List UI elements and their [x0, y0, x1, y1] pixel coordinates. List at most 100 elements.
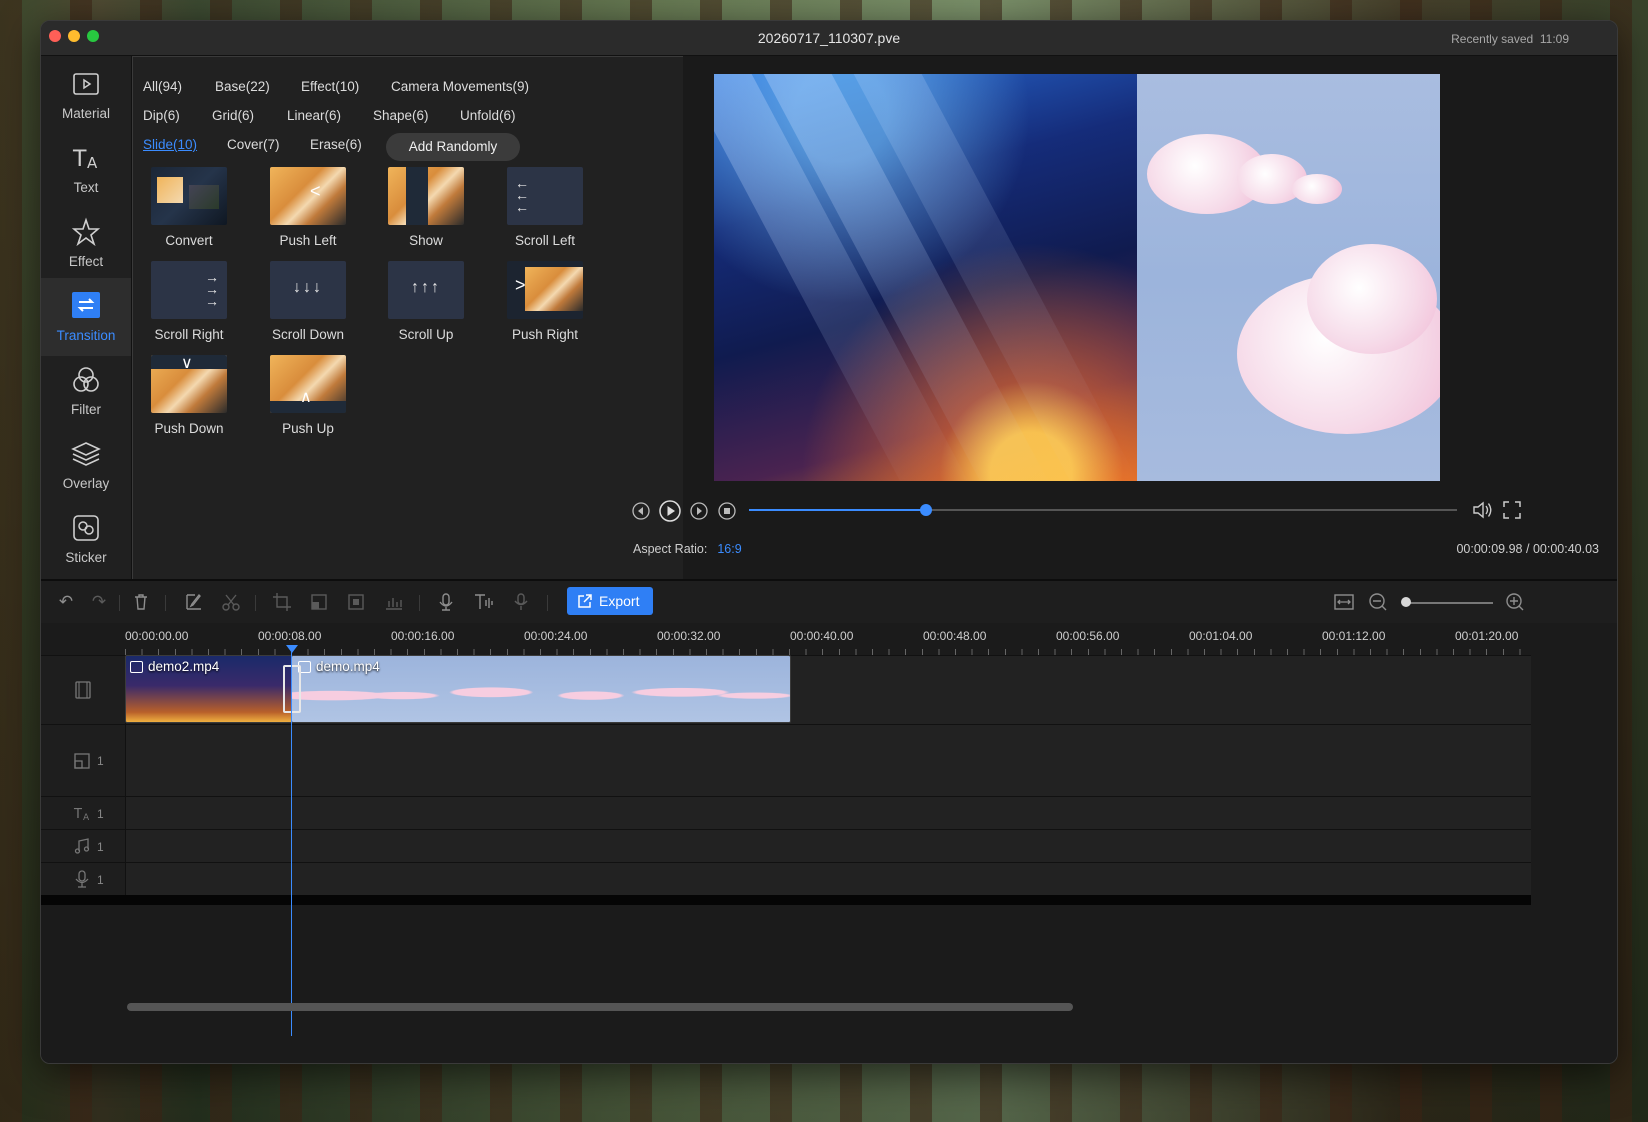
video-frame-clouds: [1137, 74, 1440, 481]
transition-tile-convert[interactable]: Convert: [133, 167, 245, 259]
transition-thumbnail: [388, 167, 464, 225]
transition-thumbnail: >: [507, 261, 583, 319]
zoom-out-icon[interactable]: [1367, 591, 1389, 613]
ruler-time-label: 00:00:32.00: [657, 629, 721, 643]
edit-icon[interactable]: [183, 591, 205, 613]
video-preview[interactable]: [714, 74, 1440, 481]
filter-icon: [73, 367, 99, 392]
category-effect[interactable]: Effect(10): [301, 79, 359, 94]
transition-tile-push-down[interactable]: ∨ Push Down: [133, 355, 245, 447]
transition-tile-scroll-right[interactable]: → → → Scroll Right: [133, 261, 245, 353]
progress-knob[interactable]: [920, 504, 932, 516]
transition-tile-show[interactable]: Show: [370, 167, 482, 259]
redo-icon[interactable]: ↷: [88, 591, 110, 613]
track-divider: [41, 895, 1531, 905]
transition-tile-scroll-left[interactable]: ← ← ← Scroll Left: [489, 167, 601, 259]
transition-tile-push-right[interactable]: > Push Right: [489, 261, 601, 353]
add-randomly-button[interactable]: Add Randomly: [386, 133, 520, 161]
svg-text:T: T: [72, 147, 87, 172]
track-count: 1: [97, 840, 104, 854]
audio-edit-icon[interactable]: [383, 591, 405, 613]
transition-tile-push-left[interactable]: < Push Left: [252, 167, 364, 259]
sidebar-item-transition[interactable]: Transition: [41, 278, 131, 356]
ruler-time-label: 00:00:00.00: [125, 629, 189, 643]
overlay-track: 1: [41, 724, 1531, 796]
mosaic-icon[interactable]: [308, 591, 330, 613]
freeze-frame-icon[interactable]: [345, 591, 367, 613]
text-to-speech-icon[interactable]: [472, 591, 494, 613]
zoom-slider-knob[interactable]: [1401, 597, 1411, 607]
saved-time: 11:09: [1539, 32, 1569, 46]
sidebar-item-label: Sticker: [65, 550, 107, 565]
timeline-horizontal-scrollbar[interactable]: [127, 1003, 1073, 1011]
fit-timeline-icon[interactable]: [1333, 591, 1355, 613]
track-count: 1: [97, 873, 104, 887]
aspect-ratio-value[interactable]: 16:9: [717, 542, 741, 556]
previous-frame-icon[interactable]: [631, 501, 651, 521]
play-folder-icon: [73, 73, 99, 95]
export-icon: [578, 594, 592, 608]
volume-icon[interactable]: [1471, 499, 1495, 521]
transition-tile-scroll-down[interactable]: ↓↓↓ Scroll Down: [252, 261, 364, 353]
video-frame-starry-sky: [714, 74, 1143, 481]
transition-thumbnail: ↓↓↓: [270, 261, 346, 319]
microphone-icon[interactable]: [435, 591, 457, 613]
crop-icon[interactable]: [271, 591, 293, 613]
title-bar: 20260717_110307.pve Recently saved 11:09: [41, 21, 1617, 56]
undo-icon[interactable]: ↶: [55, 591, 77, 613]
playhead-handle[interactable]: [286, 645, 298, 653]
text-track-icon: TA: [73, 807, 90, 822]
aspect-ratio: Aspect Ratio: 16:9: [633, 542, 742, 556]
sidebar-item-text[interactable]: TA Text: [41, 130, 131, 208]
progress-fill: [749, 509, 926, 511]
transition-tile-scroll-up[interactable]: ↑↑↑ Scroll Up: [370, 261, 482, 353]
category-erase[interactable]: Erase(6): [310, 137, 362, 152]
ruler-time-label: 00:00:08.00: [258, 629, 322, 643]
category-camera-movements[interactable]: Camera Movements(9): [391, 79, 529, 94]
category-shape[interactable]: Shape(6): [373, 108, 429, 123]
fullscreen-icon[interactable]: [1502, 500, 1522, 520]
clip-name: demo.mp4: [316, 659, 380, 674]
category-all[interactable]: All(94): [143, 79, 182, 94]
transition-tile-push-up[interactable]: ∧ Push Up: [252, 355, 364, 447]
sidebar-item-label: Overlay: [62, 476, 110, 491]
sidebar-item-filter[interactable]: Filter: [41, 352, 131, 430]
sidebar-item-effect[interactable]: Effect: [41, 204, 131, 282]
cut-icon[interactable]: [220, 591, 242, 613]
category-dip[interactable]: Dip(6): [143, 108, 180, 123]
voice-track: 1: [41, 862, 1531, 895]
category-linear[interactable]: Linear(6): [287, 108, 341, 123]
export-button[interactable]: Export: [567, 587, 653, 615]
video-clip-demo[interactable]: demo.mp4: [291, 655, 791, 723]
zoom-slider[interactable]: [1405, 602, 1493, 604]
category-slide[interactable]: Slide(10): [143, 137, 197, 152]
video-clip-demo2[interactable]: demo2.mp4: [125, 655, 293, 723]
playback-progress-bar[interactable]: [749, 504, 1457, 516]
delete-icon[interactable]: [130, 591, 152, 613]
track-count: 1: [97, 807, 104, 821]
ruler-time-label: 00:01:20.00: [1455, 629, 1519, 643]
music-icon: [74, 838, 90, 854]
zoom-in-icon[interactable]: [1504, 591, 1526, 613]
sidebar-item-material[interactable]: Material: [41, 56, 131, 134]
sidebar-item-overlay[interactable]: Overlay: [41, 426, 131, 504]
stop-icon[interactable]: [717, 501, 737, 521]
track-header: TA 1: [41, 797, 126, 829]
category-unfold[interactable]: Unfold(6): [460, 108, 516, 123]
track-header: 1: [41, 725, 126, 796]
sidebar-item-sticker[interactable]: Sticker: [41, 500, 131, 578]
transition-marker[interactable]: [283, 665, 301, 713]
speech-to-text-icon[interactable]: [510, 591, 532, 613]
category-grid[interactable]: Grid(6): [212, 108, 254, 123]
play-icon[interactable]: [658, 499, 682, 523]
track-header: 1: [41, 830, 126, 862]
ruler-time-label: 00:00:56.00: [1056, 629, 1120, 643]
playhead[interactable]: [291, 651, 292, 1036]
playback-time: 00:00:09.98 / 00:00:40.03: [1456, 542, 1599, 556]
category-cover[interactable]: Cover(7): [227, 137, 280, 152]
transition-label: Push Down: [154, 421, 224, 436]
ruler-time-label: 00:00:40.00: [790, 629, 854, 643]
next-frame-icon[interactable]: [689, 501, 709, 521]
music-track: 1: [41, 829, 1531, 862]
category-base[interactable]: Base(22): [215, 79, 270, 94]
